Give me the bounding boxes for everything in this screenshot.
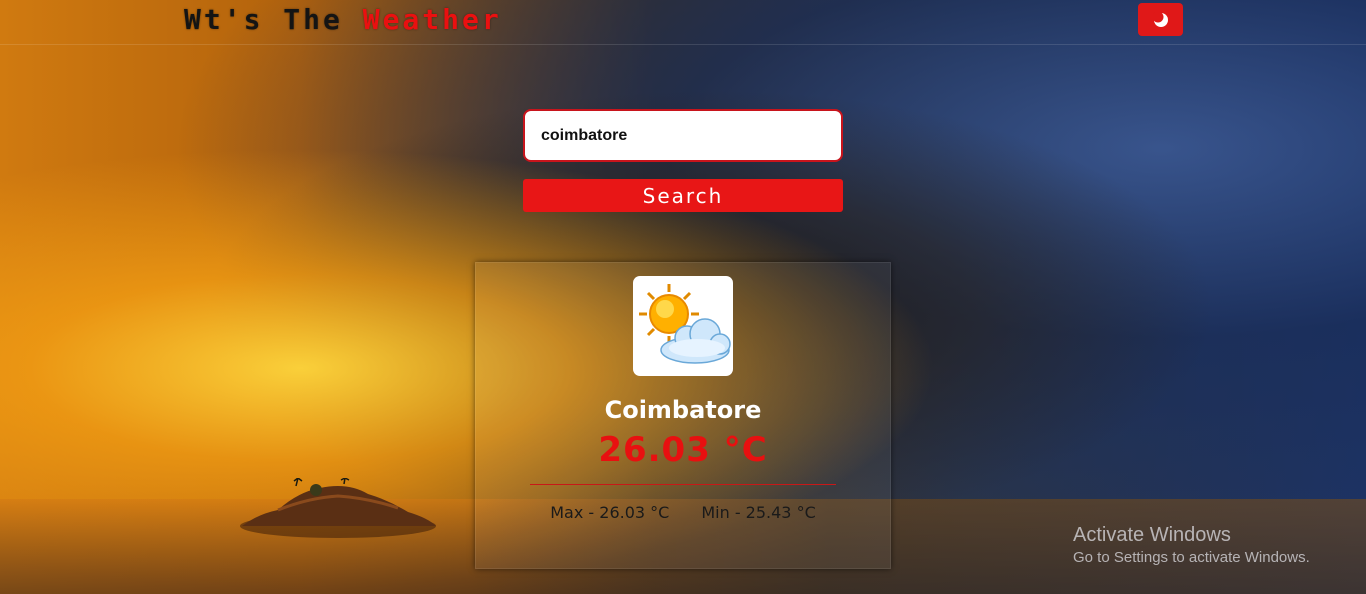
weather-card: Coimbatore 26.03 °C Max - 26.03 °C Min -…	[475, 262, 891, 569]
partly-cloudy-icon	[639, 284, 731, 364]
city-name: Coimbatore	[604, 396, 762, 424]
min-max-row: Max - 26.03 °C Min - 25.43 °C	[475, 503, 891, 522]
top-bar: Wt's The Weather	[0, 0, 1366, 45]
brand-prefix: Wt's The	[184, 3, 363, 36]
app-logo: Wt's The Weather	[184, 3, 502, 36]
windows-activation-watermark: Activate Windows Go to Settings to activ…	[1073, 524, 1310, 566]
city-search-input[interactable]	[523, 109, 843, 162]
divider	[530, 484, 836, 485]
weather-icon-box	[633, 276, 733, 376]
island-image	[240, 478, 436, 538]
watermark-subtitle: Go to Settings to activate Windows.	[1073, 549, 1310, 566]
min-temperature: Min - 25.43 °C	[701, 503, 816, 522]
moon-icon	[1152, 11, 1168, 27]
current-temperature: 26.03 °C	[598, 430, 768, 470]
brand-accent: Weather	[362, 3, 502, 36]
max-temperature: Max - 26.03 °C	[550, 503, 670, 522]
watermark-title: Activate Windows	[1073, 524, 1231, 546]
theme-toggle-button[interactable]	[1138, 3, 1183, 36]
search-button[interactable]: Search	[523, 179, 843, 212]
